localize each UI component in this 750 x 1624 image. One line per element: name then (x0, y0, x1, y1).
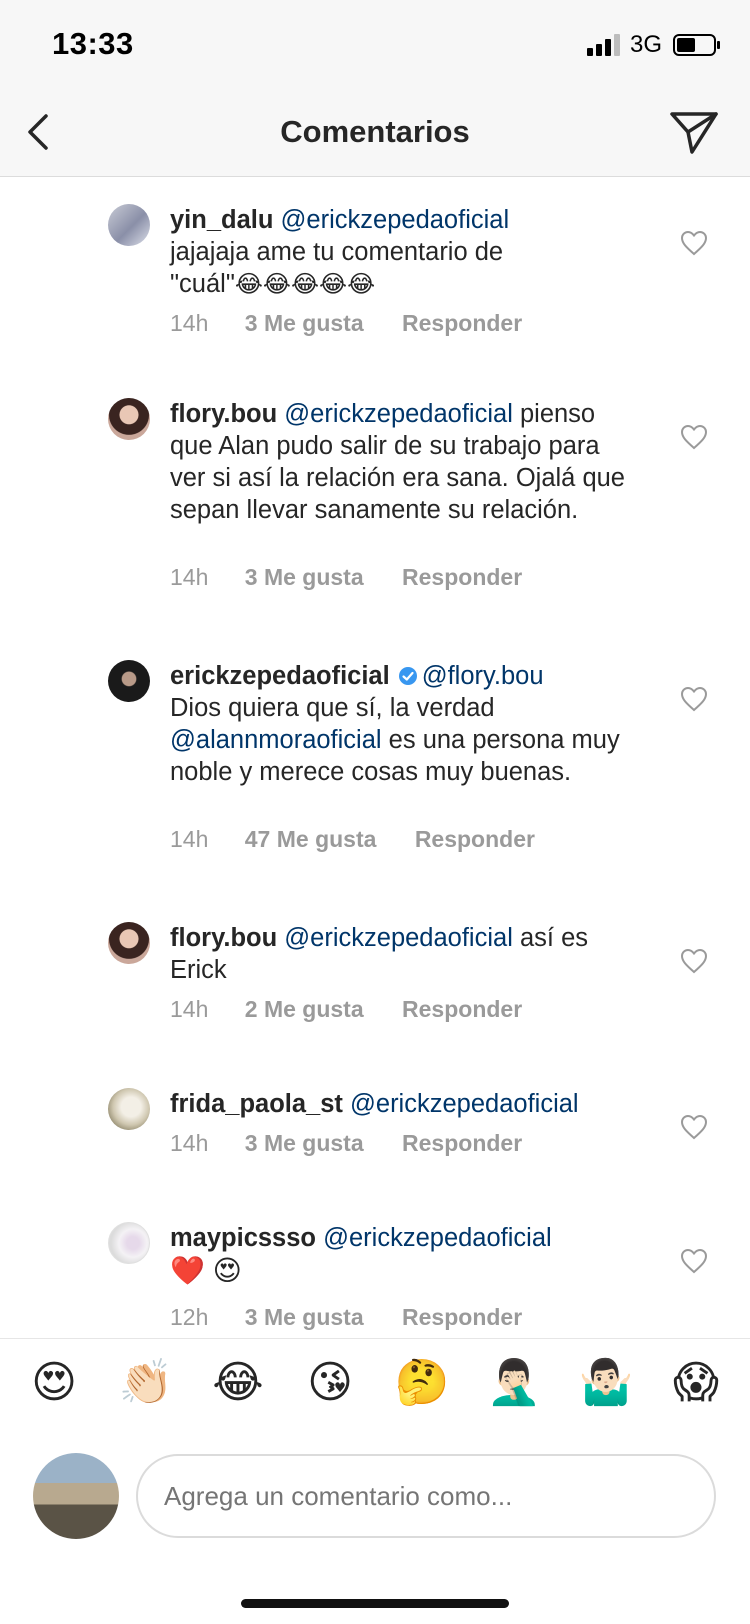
avatar[interactable] (108, 398, 150, 440)
comment-meta: 12h 3 Me gusta Responder (170, 1304, 522, 1331)
reply-button[interactable]: Responder (402, 1130, 522, 1156)
comment-username[interactable]: maypicssso (170, 1224, 316, 1252)
signal-icon (587, 34, 620, 56)
reply-button[interactable]: Responder (402, 564, 522, 590)
emoji-facepalm-button[interactable]: 🤦🏻‍♂️ (486, 1355, 542, 1411)
nav-bar: Comentarios (0, 90, 750, 177)
emoji-quick-bar: 😍 👏🏻 😂 😘 🤔 🤦🏻‍♂️ 🤷🏻‍♂️ 😱 (0, 1338, 750, 1429)
comment-likes[interactable]: 3 Me gusta (245, 1304, 364, 1330)
emoji-kiss-button[interactable]: 😘 (302, 1355, 358, 1411)
emoji-heart-eyes-button[interactable]: 😍 (26, 1355, 82, 1411)
comment-mention[interactable]: @erickzepedaoficial (281, 206, 510, 234)
reply-button[interactable]: Responder (402, 996, 522, 1022)
battery-icon (673, 34, 720, 56)
status-bar: 13:33 3G (0, 0, 750, 90)
emoji-shrug-button[interactable]: 🤷🏻‍♂️ (578, 1355, 634, 1411)
emoji-clap-button[interactable]: 👏🏻 (118, 1355, 174, 1411)
avatar[interactable] (108, 1222, 150, 1264)
comment-likes[interactable]: 2 Me gusta (245, 996, 364, 1022)
comment-time: 12h (170, 1304, 209, 1330)
comment-meta: 14h 3 Me gusta Responder (170, 1130, 522, 1157)
comment-username[interactable]: flory.bou (170, 400, 277, 428)
comment-emojis: ❤️ 😍 (170, 1255, 242, 1286)
comment-text: flory.bou @erickzepedaoficial así es Eri… (170, 922, 640, 986)
comment-emojis: 😂😂😂😂😂 (234, 271, 376, 298)
comment-time: 14h (170, 564, 209, 590)
comment-body: Dios quiera que sí, la verdad (170, 694, 495, 722)
comment-body: jajajaja ame tu comentario de (170, 238, 504, 266)
status-time: 13:33 (52, 26, 134, 61)
comment-input[interactable] (136, 1454, 716, 1538)
comment-text: yin_dalu @erickzepedaoficial jajajaja am… (170, 204, 640, 300)
heart-icon[interactable] (680, 1248, 708, 1274)
comment-body-2: "cuál" (170, 270, 235, 298)
direct-send-icon[interactable] (668, 106, 720, 158)
avatar[interactable] (108, 922, 150, 964)
avatar[interactable] (108, 204, 150, 246)
comment-likes[interactable]: 3 Me gusta (245, 1130, 364, 1156)
comment-likes[interactable]: 3 Me gusta (245, 310, 364, 336)
verified-badge-icon (398, 667, 417, 685)
comment-username[interactable]: yin_dalu (170, 206, 273, 234)
emoji-scream-button[interactable]: 😱 (668, 1355, 724, 1411)
heart-icon[interactable] (680, 1114, 708, 1140)
comment-likes[interactable]: 47 Me gusta (245, 826, 377, 852)
heart-icon[interactable] (680, 230, 708, 256)
comment-text: erickzepedaoficial @flory.bou Dios quiera… (170, 660, 640, 788)
network-type: 3G (630, 31, 663, 58)
comment-username[interactable]: frida_paola_st (170, 1090, 343, 1118)
avatar[interactable] (108, 1088, 150, 1130)
comment-mention[interactable]: @erickzepedaoficial (284, 924, 513, 952)
comment-meta: 14h 3 Me gusta Responder (170, 310, 522, 337)
comment-time: 14h (170, 310, 209, 336)
comment-likes[interactable]: 3 Me gusta (245, 564, 364, 590)
user-avatar (33, 1453, 119, 1539)
emoji-laugh-button[interactable]: 😂 (210, 1355, 266, 1411)
comment-username[interactable]: erickzepedaoficial (170, 662, 390, 690)
comment-time: 14h (170, 826, 209, 852)
heart-icon[interactable] (680, 424, 708, 450)
reply-button[interactable]: Responder (402, 1304, 522, 1330)
comment-username[interactable]: flory.bou (170, 924, 277, 952)
home-indicator (241, 1599, 509, 1608)
comment-text: flory.bou @erickzepedaoficial pienso que… (170, 398, 640, 526)
emoji-thinking-button[interactable]: 🤔 (394, 1355, 450, 1411)
comment-time: 14h (170, 996, 209, 1022)
comment-mention-2[interactable]: @alannmoraoficial (170, 726, 382, 754)
heart-icon[interactable] (680, 948, 708, 974)
comment-composer (0, 1440, 750, 1570)
comment-mention[interactable]: @erickzepedaoficial (323, 1224, 552, 1252)
comment-time: 14h (170, 1130, 209, 1156)
comment-mention[interactable]: @erickzepedaoficial (350, 1090, 579, 1118)
comment-mention[interactable]: @erickzepedaoficial (284, 400, 513, 428)
comment-mention[interactable]: @flory.bou (422, 662, 544, 690)
reply-button[interactable]: Responder (402, 310, 522, 336)
comment-meta: 14h 3 Me gusta Responder (170, 564, 522, 591)
page-title: Comentarios (280, 114, 470, 149)
avatar[interactable] (108, 660, 150, 702)
comment-meta: 14h 2 Me gusta Responder (170, 996, 522, 1023)
comment-meta: 14h 47 Me gusta Responder (170, 826, 535, 853)
heart-icon[interactable] (680, 686, 708, 712)
comment-text: maypicssso @erickzepedaoficial ❤️ 😍 (170, 1222, 640, 1288)
reply-button[interactable]: Responder (415, 826, 535, 852)
comment-text: frida_paola_st @erickzepedaoficial (170, 1088, 640, 1120)
